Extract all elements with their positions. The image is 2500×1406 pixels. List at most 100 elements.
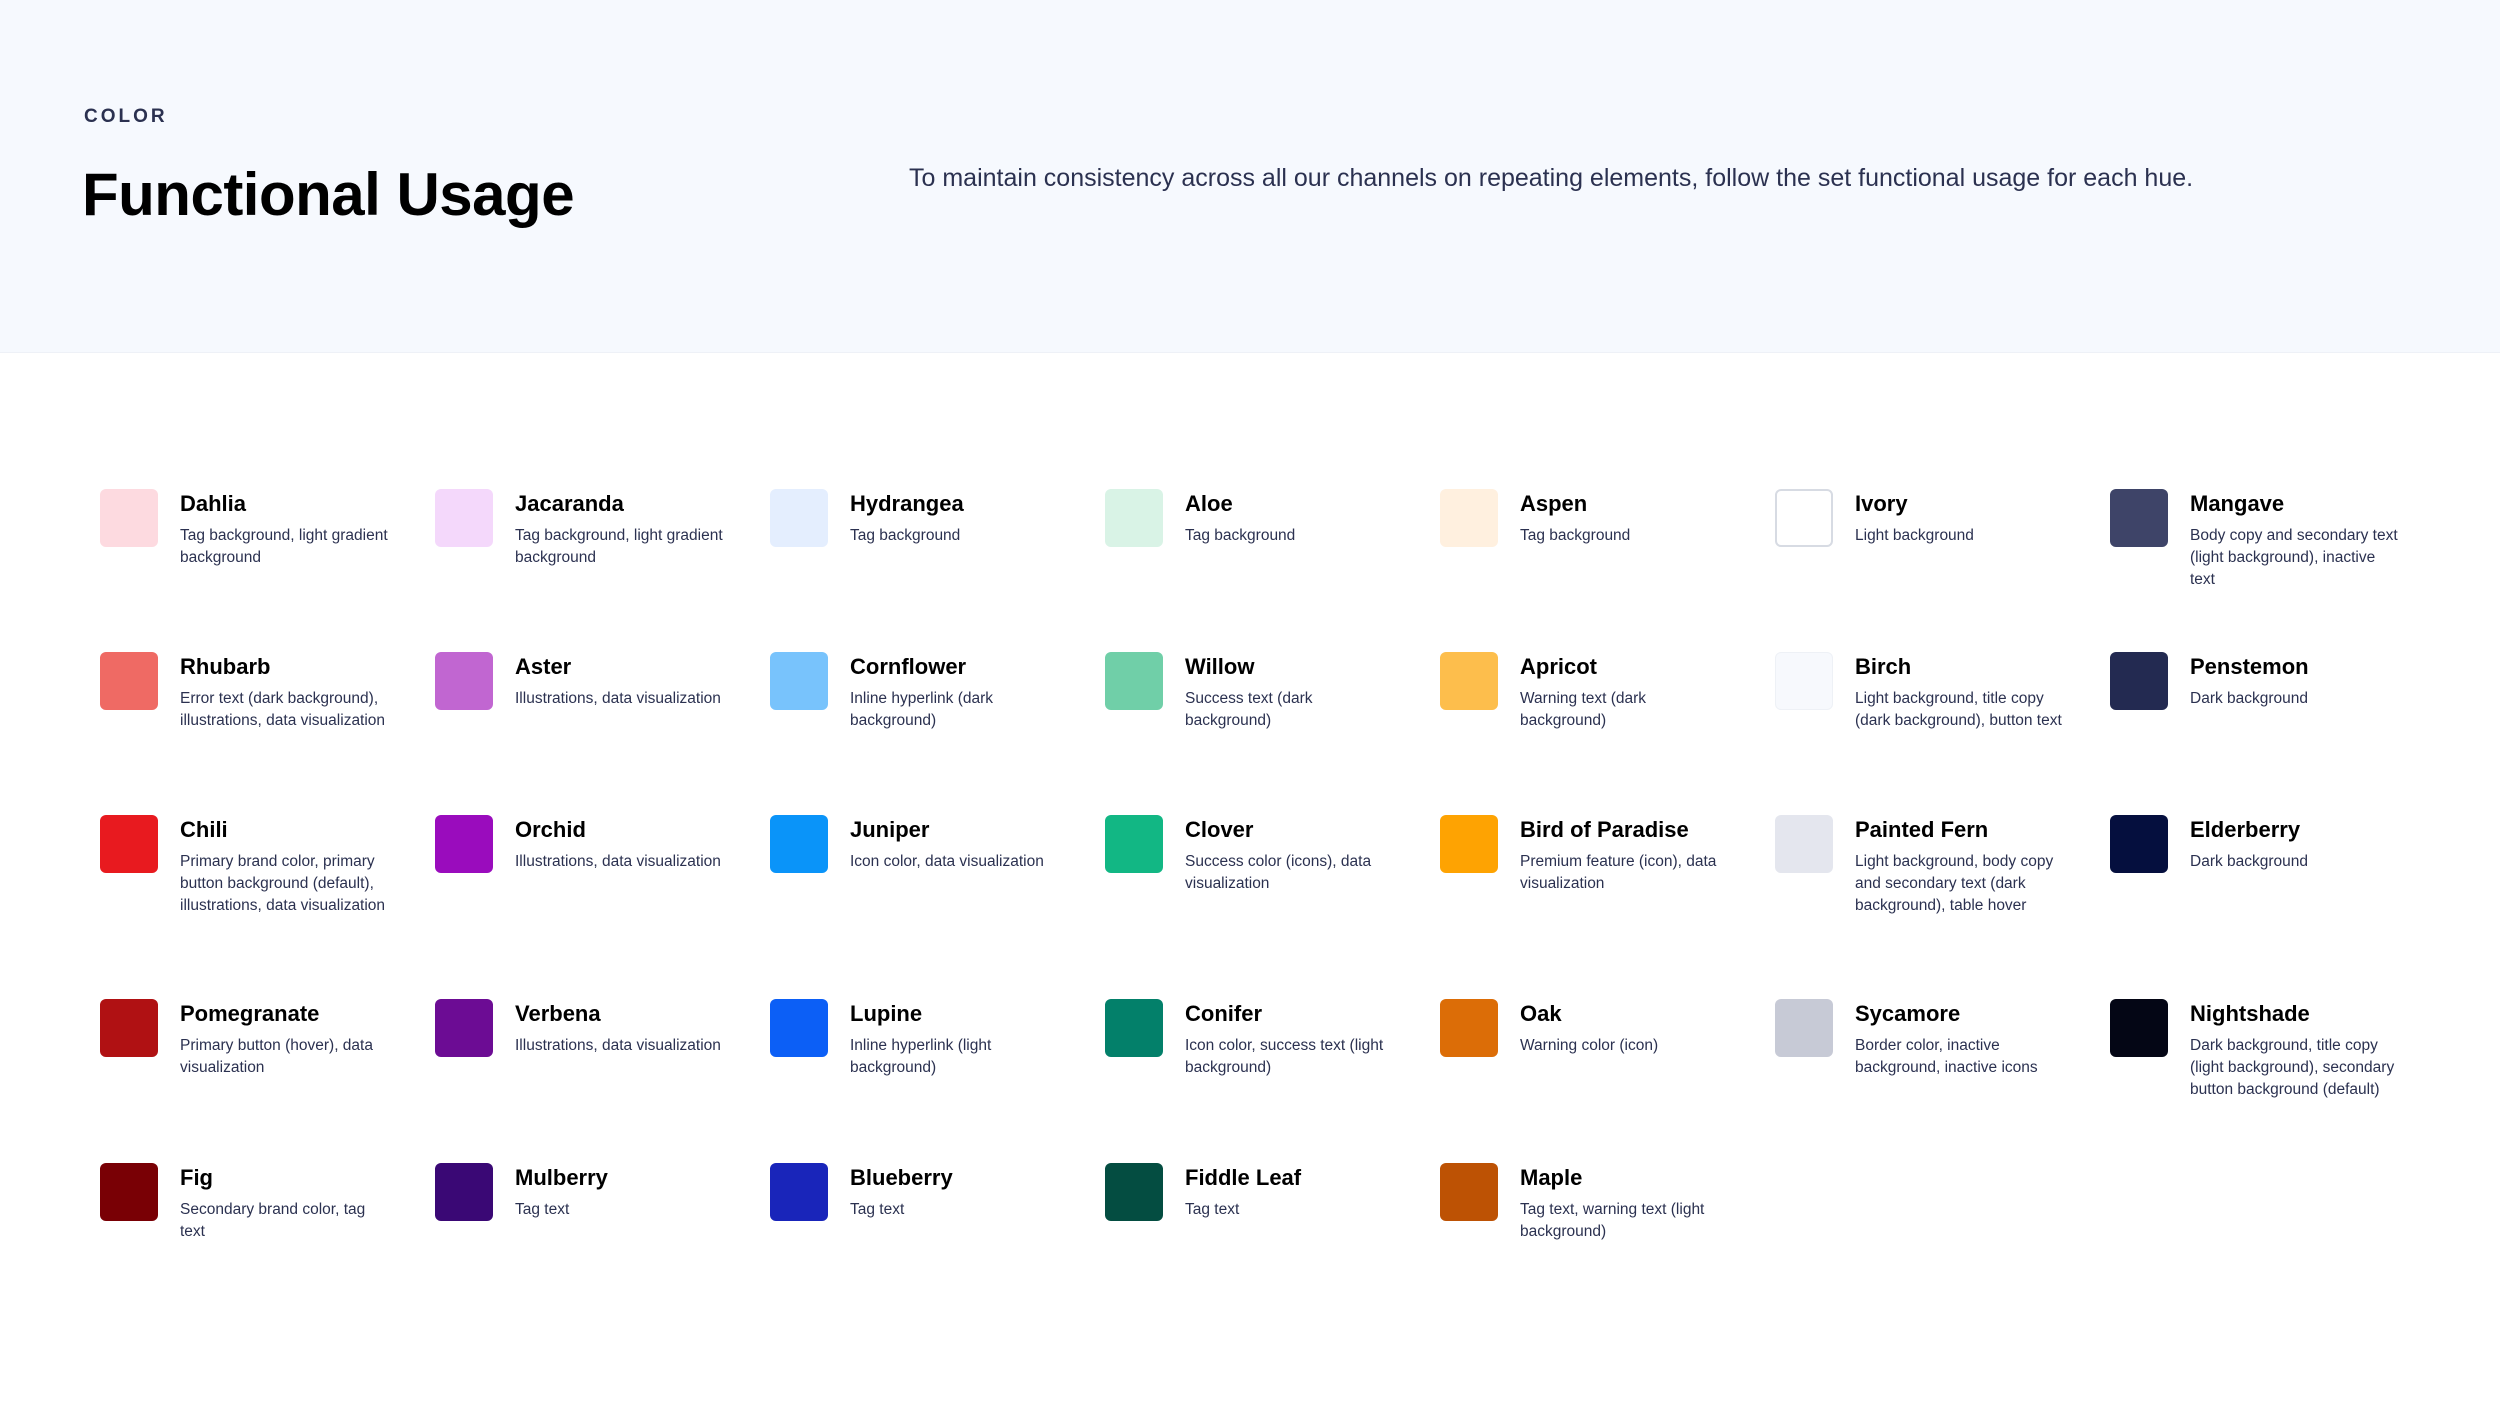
color-usage: Primary button (hover), data visualizati… bbox=[180, 1037, 373, 1076]
color-usage: Tag background bbox=[850, 527, 961, 544]
color-swatch bbox=[1775, 489, 1833, 547]
color-name: Verbena bbox=[515, 1001, 601, 1026]
color-name: Jacaranda bbox=[515, 491, 624, 516]
color-swatch bbox=[770, 489, 828, 547]
color-name: Penstemon bbox=[2190, 654, 2309, 679]
color-name: Birch bbox=[1855, 654, 1912, 679]
color-swatch bbox=[2110, 652, 2168, 710]
color-usage: Tag text bbox=[850, 1201, 905, 1218]
color-usage: Dark background bbox=[2190, 690, 2309, 707]
color-swatch bbox=[435, 1163, 493, 1221]
color-swatch bbox=[1775, 815, 1833, 873]
color-name: Pomegranate bbox=[180, 1001, 320, 1026]
color-name: Blueberry bbox=[850, 1165, 953, 1190]
color-name: Rhubarb bbox=[180, 654, 271, 679]
color-usage: Icon color, data visualization bbox=[850, 853, 1044, 870]
color-usage: Body copy and secondary text (light back… bbox=[2190, 527, 2398, 588]
color-name: Juniper bbox=[850, 817, 930, 842]
color-name: Fig bbox=[180, 1165, 213, 1190]
color-swatch bbox=[435, 489, 493, 547]
color-swatch bbox=[2110, 489, 2168, 547]
color-usage: Success text (dark background) bbox=[1185, 690, 1313, 729]
color-swatch bbox=[1440, 999, 1498, 1057]
color-usage: Tag text, warning text (light background… bbox=[1520, 1201, 1705, 1240]
color-swatch bbox=[2110, 815, 2168, 873]
color-usage: Icon color, success text (light backgrou… bbox=[1185, 1037, 1384, 1076]
color-name: Apricot bbox=[1520, 654, 1597, 679]
color-name: Willow bbox=[1185, 654, 1255, 679]
color-usage: Inline hyperlink (dark background) bbox=[850, 690, 994, 729]
color-usage: Premium feature (icon), data visualizati… bbox=[1520, 853, 1717, 892]
color-usage: Error text (dark background), illustrati… bbox=[180, 690, 386, 729]
color-swatch bbox=[770, 1163, 828, 1221]
color-name: Mulberry bbox=[515, 1165, 608, 1190]
color-name: Sycamore bbox=[1855, 1001, 1961, 1026]
color-usage: Inline hyperlink (light background) bbox=[850, 1037, 992, 1076]
color-swatch bbox=[1775, 652, 1833, 710]
color-usage: Light background bbox=[1855, 527, 1974, 544]
color-name: Maple bbox=[1520, 1165, 1583, 1190]
color-swatch bbox=[1440, 815, 1498, 873]
color-name: Aloe bbox=[1185, 491, 1233, 516]
color-name: Chili bbox=[180, 817, 228, 842]
color-name: Lupine bbox=[850, 1001, 923, 1026]
color-swatch bbox=[435, 815, 493, 873]
color-name: Painted Fern bbox=[1855, 817, 1989, 842]
color-name: Dahlia bbox=[180, 491, 247, 516]
color-swatch bbox=[100, 999, 158, 1057]
color-usage: Warning color (icon) bbox=[1520, 1037, 1659, 1054]
color-swatch bbox=[100, 815, 158, 873]
color-usage: Tag text bbox=[515, 1201, 570, 1218]
color-usage: Tag background, light gradient backgroun… bbox=[515, 527, 723, 566]
color-usage: Light background, body copy and secondar… bbox=[1855, 853, 2054, 914]
color-usage: Warning text (dark background) bbox=[1520, 690, 1647, 729]
color-name: Nightshade bbox=[2190, 1001, 2310, 1026]
color-name: Aster bbox=[515, 654, 572, 679]
color-usage: Tag text bbox=[1185, 1201, 1240, 1218]
color-usage: Dark background, title copy (light backg… bbox=[2190, 1037, 2395, 1098]
color-swatch bbox=[100, 489, 158, 547]
color-swatch bbox=[1440, 489, 1498, 547]
color-swatch bbox=[1440, 652, 1498, 710]
color-swatch bbox=[435, 652, 493, 710]
color-usage: Light background, title copy (dark backg… bbox=[1855, 690, 2062, 729]
color-swatch bbox=[1775, 999, 1833, 1057]
color-swatch bbox=[1105, 1163, 1163, 1221]
color-grid: Dahlia Tag background, light gradient bac… bbox=[0, 0, 2500, 1406]
color-swatch bbox=[770, 652, 828, 710]
color-usage: Tag background bbox=[1185, 527, 1296, 544]
color-name: Aspen bbox=[1520, 491, 1588, 516]
color-name: Elderberry bbox=[2190, 817, 2301, 842]
color-swatch bbox=[1105, 999, 1163, 1057]
color-usage: Border color, inactive background, inact… bbox=[1855, 1037, 2038, 1076]
color-usage: Illustrations, data visualization bbox=[515, 853, 721, 870]
color-usage: Secondary brand color, tag text bbox=[180, 1201, 366, 1240]
color-swatch bbox=[770, 999, 828, 1057]
color-swatch bbox=[100, 1163, 158, 1221]
color-swatch bbox=[2110, 999, 2168, 1057]
color-swatch bbox=[1105, 815, 1163, 873]
color-name: Fiddle Leaf bbox=[1185, 1165, 1302, 1190]
color-usage: Success color (icons), data visualizatio… bbox=[1185, 853, 1372, 892]
color-usage: Illustrations, data visualization bbox=[515, 690, 721, 707]
color-name: Oak bbox=[1520, 1001, 1562, 1026]
color-name: Hydrangea bbox=[850, 491, 964, 516]
color-swatch bbox=[100, 652, 158, 710]
color-name: Bird of Paradise bbox=[1520, 817, 1689, 842]
color-name: Clover bbox=[1185, 817, 1254, 842]
color-swatch bbox=[1105, 652, 1163, 710]
color-usage: Dark background bbox=[2190, 853, 2309, 870]
color-swatch bbox=[435, 999, 493, 1057]
color-name: Cornflower bbox=[850, 654, 967, 679]
color-name: Mangave bbox=[2190, 491, 2285, 516]
color-usage: Primary brand color, primary button back… bbox=[180, 853, 386, 914]
color-swatch bbox=[770, 815, 828, 873]
color-name: Orchid bbox=[515, 817, 586, 842]
color-swatch bbox=[1105, 489, 1163, 547]
color-swatch bbox=[1440, 1163, 1498, 1221]
color-name: Ivory bbox=[1855, 491, 1908, 516]
color-name: Conifer bbox=[1185, 1001, 1262, 1026]
color-usage: Illustrations, data visualization bbox=[515, 1037, 721, 1054]
color-usage: Tag background, light gradient backgroun… bbox=[180, 527, 388, 566]
color-usage: Tag background bbox=[1520, 527, 1631, 544]
